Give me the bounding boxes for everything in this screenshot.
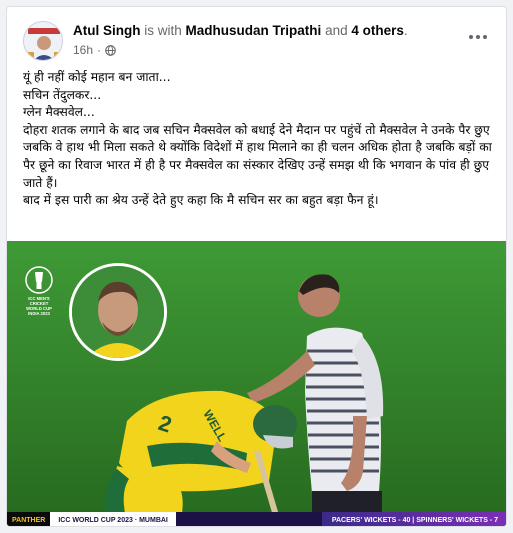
avatar[interactable] [23,21,63,61]
author-name[interactable]: Atul Singh [73,23,141,38]
and-text: and [325,23,348,38]
post-line: दोहरा शतक लगाने के बाद जब सचिन मैक्सवेल … [23,122,492,190]
sponsor-brand: PANTHER [7,512,51,526]
logo-line: INDIA 2023 [28,311,50,316]
inset-portrait [69,263,167,361]
post-photo[interactable]: 2 WELL ICC MEN'S CRICKET WORLD CUP INDIA… [7,241,506,526]
wickets-stats: PACERS' WICKETS - 40 | SPINNERS' WICKETS… [321,512,506,526]
more-dot-icon [476,35,480,39]
post-line: यूं ही नहीं कोई महान बन जाता... [23,70,171,84]
others-link[interactable]: 4 others [351,23,404,38]
meta-dot: · [97,43,102,57]
post-line: बाद में इस पारी का श्रेय उन्हें देते हुए… [23,193,379,208]
post-line: सचिन तेंदुलकर... [23,87,102,102]
trailing-period: . [403,23,408,38]
with-text: is with [144,23,182,38]
world-cup-logo: ICC MEN'S CRICKET WORLD CUP INDIA 2023 [21,265,57,316]
post-card: Atul Singh is with Madhusudan Tripathi a… [6,6,507,527]
more-dot-icon [469,35,473,39]
post-text: यूं ही नहीं कोई महान बन जाता... सचिन तें… [23,69,494,210]
post-header: Atul Singh is with Madhusudan Tripathi a… [23,21,490,63]
avatar-image [24,22,62,60]
more-dot-icon [483,35,487,39]
post-line: ग्लेन मैक्सवेल... [23,105,95,120]
trophy-icon [25,266,53,294]
event-label: ICC WORLD CUP 2023 · MUMBAI [50,512,176,526]
globe-icon[interactable] [105,44,116,56]
tagged-name[interactable]: Madhusudan Tripathi [186,23,322,38]
timestamp[interactable]: 16h [73,43,93,57]
author-line: Atul Singh is with Madhusudan Tripathi a… [73,23,408,38]
more-options-button[interactable] [466,29,490,45]
portrait-image [72,266,164,358]
post-meta: 16h · [73,43,116,57]
broadcast-scorebar: PANTHER ICC WORLD CUP 2023 · MUMBAI PACE… [7,512,506,526]
